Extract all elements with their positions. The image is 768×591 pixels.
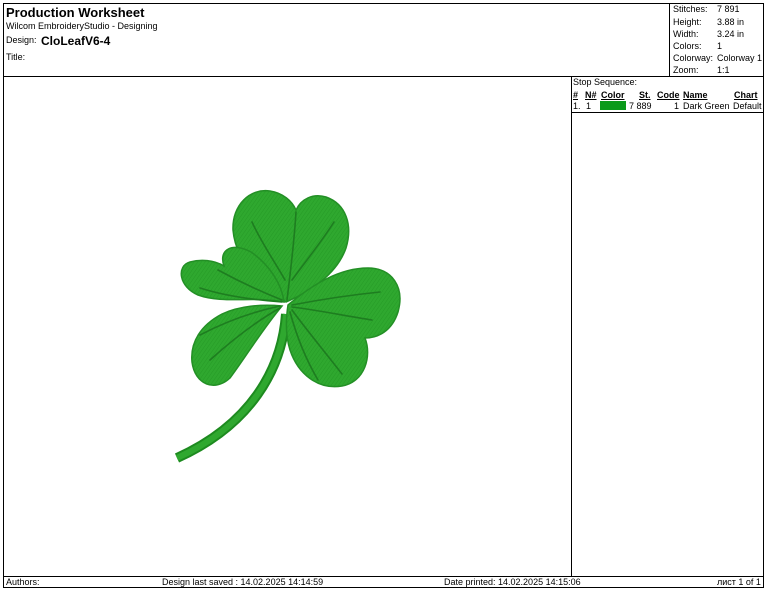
- shamrock-embroidery-design: [174, 189, 401, 463]
